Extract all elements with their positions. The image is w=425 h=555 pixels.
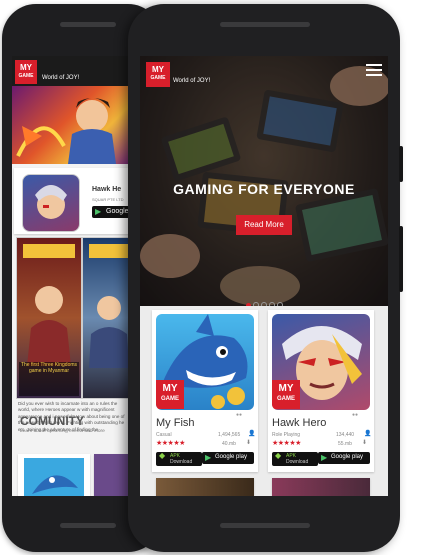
- play-triangle-icon: ▶: [95, 207, 102, 216]
- community-card-1[interactable]: [18, 454, 90, 496]
- banner-caption: The first Three Kingdoms game in Myanmar: [19, 362, 79, 396]
- promo-banner-left[interactable]: The first Three Kingdoms game in Myanmar: [16, 237, 82, 399]
- featured-game-title: Hawk He: [92, 186, 122, 193]
- promo-banner-right[interactable]: [82, 237, 130, 399]
- hawk-hero-brand-badge: MY GAME: [272, 380, 300, 409]
- download-icon: ⬇: [362, 440, 368, 446]
- android-icon: ◆: [159, 451, 166, 460]
- google-play-button[interactable]: ▶ Google play: [318, 452, 370, 464]
- back-phone-screen: MY GAME World of JOY! Hawk He SQUAR PTE L…: [12, 56, 130, 496]
- community-title: COMUNITY: [20, 414, 84, 428]
- hero-section: MY GAME World of JOY! GAMING FOR EVERYONE…: [140, 56, 388, 306]
- game-title: My Fish: [156, 417, 195, 429]
- slider-dot[interactable]: [253, 302, 259, 306]
- apk-download-button[interactable]: ◆ APK Download: [156, 452, 202, 466]
- my-fish-icon: MY GAME: [156, 314, 254, 410]
- front-brand-tagline: World of JOY!: [173, 78, 211, 84]
- featured-game-card[interactable]: Hawk He SQUAR PTE LTD ▶ Google: [14, 168, 130, 234]
- shark-art: [24, 458, 84, 496]
- hero-game-art: [12, 86, 130, 164]
- hero-title: GAMING FOR EVERYONE: [173, 181, 355, 197]
- brand-logo[interactable]: MY GAME: [15, 60, 37, 84]
- slider-dot[interactable]: [277, 302, 283, 306]
- download-count: 134,440: [336, 432, 355, 438]
- file-size: 40.mb: [222, 441, 236, 447]
- back-phone-speaker-bottom: [60, 523, 116, 528]
- front-phone-screen: MY GAME World of JOY! GAMING FOR EVERYONE…: [140, 56, 388, 496]
- hawk-hero-icon: MY GAME: [272, 314, 370, 410]
- community-subtitle: Learn about upcoming events and more: [20, 429, 105, 434]
- file-size: 55.mb: [338, 441, 352, 447]
- google-play-label: Google: [106, 208, 129, 215]
- rating-stars: ★★★★★: [156, 440, 185, 447]
- featured-google-play-button[interactable]: ▶ Google: [92, 206, 130, 218]
- hero-character-illustration: [16, 98, 116, 164]
- read-more-button[interactable]: Read More: [236, 215, 292, 235]
- game-card-my-fish[interactable]: MY GAME ●● My Fish Casual 1,494,565 👤 ★★★…: [152, 310, 258, 472]
- slider-dot[interactable]: [269, 302, 275, 306]
- front-brand-logo[interactable]: MY GAME: [146, 62, 170, 87]
- slider-dot-active[interactable]: [246, 303, 251, 306]
- info-icon[interactable]: ●●: [352, 412, 358, 418]
- volume-button: [399, 226, 403, 292]
- google-play-button[interactable]: ▶ Google play: [202, 452, 254, 464]
- front-phone-speaker-bottom: [220, 523, 310, 528]
- game-card-next-2[interactable]: [272, 478, 370, 496]
- front-phone-speaker: [220, 22, 310, 27]
- download-icon: ⬇: [246, 440, 252, 446]
- game-category: Casual: [156, 432, 172, 438]
- back-phone-speaker: [60, 22, 116, 27]
- android-icon: ◆: [275, 451, 282, 460]
- community-card-2[interactable]: [94, 454, 130, 496]
- user-icon: 👤: [364, 431, 372, 437]
- banner-hero-art: [89, 244, 129, 368]
- brand-tagline: World of JOY!: [42, 75, 80, 81]
- back-header: MY GAME World of JOY!: [12, 56, 130, 86]
- slider-dots: [246, 295, 283, 306]
- apk-download-button[interactable]: ◆ APK Download: [272, 452, 318, 466]
- my-fish-brand-badge: MY GAME: [156, 380, 184, 409]
- game-card-next-1[interactable]: [156, 478, 254, 496]
- slider-dot[interactable]: [261, 302, 267, 306]
- hawk-hero-icon: [35, 185, 67, 219]
- user-icon: 👤: [248, 431, 256, 437]
- featured-game-icon: [22, 174, 80, 232]
- power-button: [399, 146, 403, 182]
- featured-game-developer: SQUAR PTE LTD: [92, 197, 124, 202]
- game-title: Hawk Hero: [272, 417, 327, 429]
- play-triangle-icon: ▶: [205, 453, 212, 462]
- rating-stars: ★★★★★: [272, 440, 301, 447]
- download-count: 1,494,565: [218, 432, 241, 438]
- game-category: Role Playing: [272, 432, 301, 438]
- game-card-hawk-hero[interactable]: MY GAME ●● Hawk Hero Role Playing 134,440…: [268, 310, 374, 472]
- play-triangle-icon: ▶: [321, 453, 328, 462]
- info-icon[interactable]: ●●: [236, 412, 242, 418]
- hamburger-menu-icon[interactable]: [366, 64, 382, 78]
